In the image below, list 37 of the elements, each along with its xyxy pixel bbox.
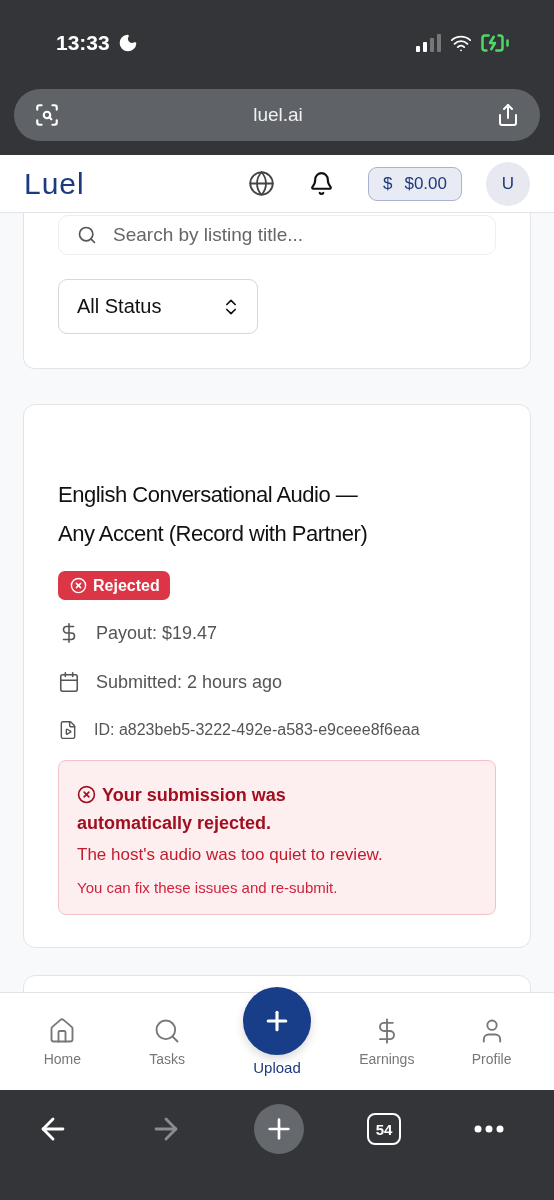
nav-tab[interactable]: Tasks <box>127 1017 208 1067</box>
upload-button[interactable] <box>243 987 311 1055</box>
search-icon <box>77 225 97 245</box>
search-field[interactable]: Search by listing title... <box>58 215 496 255</box>
signal-icon <box>416 33 442 52</box>
moon-icon <box>117 32 138 53</box>
bell-icon <box>309 171 334 196</box>
globe-icon <box>248 170 275 197</box>
nav-tab[interactable]: Earnings <box>346 1017 427 1067</box>
notification-button[interactable] <box>309 171 334 196</box>
detail-text: ID: a823beb5-3222-492e-a583-e9ceee8f6eaa <box>94 721 420 739</box>
error-icon <box>70 577 87 594</box>
calendar-icon <box>58 671 80 693</box>
status-time: 13:33 <box>56 30 110 55</box>
error-icon <box>77 785 96 804</box>
alert-hint: You can fix these issues and re-submit. <box>77 879 339 896</box>
tab-count-button[interactable]: 54 <box>367 1113 401 1145</box>
balance-button[interactable]: $ $0.00 <box>368 166 462 201</box>
detail-text: Submitted: 2 hours ago <box>96 671 283 693</box>
url-text: luel.ai <box>253 104 303 126</box>
video-file-icon <box>58 720 78 740</box>
status-select[interactable]: All Status <box>58 279 258 334</box>
language-button[interactable] <box>248 170 275 197</box>
new-tab-button[interactable] <box>254 1104 304 1154</box>
avatar-button[interactable]: U <box>486 161 530 206</box>
share-icon[interactable] <box>496 103 520 127</box>
detail-text: Payout: $19.47 <box>96 622 218 644</box>
alert-reason: The host's audio was too quiet to review. <box>77 845 384 865</box>
nav-tab[interactable]: Home <box>22 1017 103 1067</box>
submission-title: English Conversational Audio — Any Accent (Record with Partner) <box>58 481 369 548</box>
status-badge: Rejected <box>58 571 170 600</box>
camera-scan-icon[interactable] <box>34 102 60 128</box>
alert-heading: Your submission was automatically rejected. <box>77 784 287 835</box>
more-icon <box>474 1125 504 1133</box>
nav-tab[interactable]: Profile <box>451 1017 532 1067</box>
nav-label: Upload <box>253 1059 301 1076</box>
logo: Luel <box>24 166 86 201</box>
